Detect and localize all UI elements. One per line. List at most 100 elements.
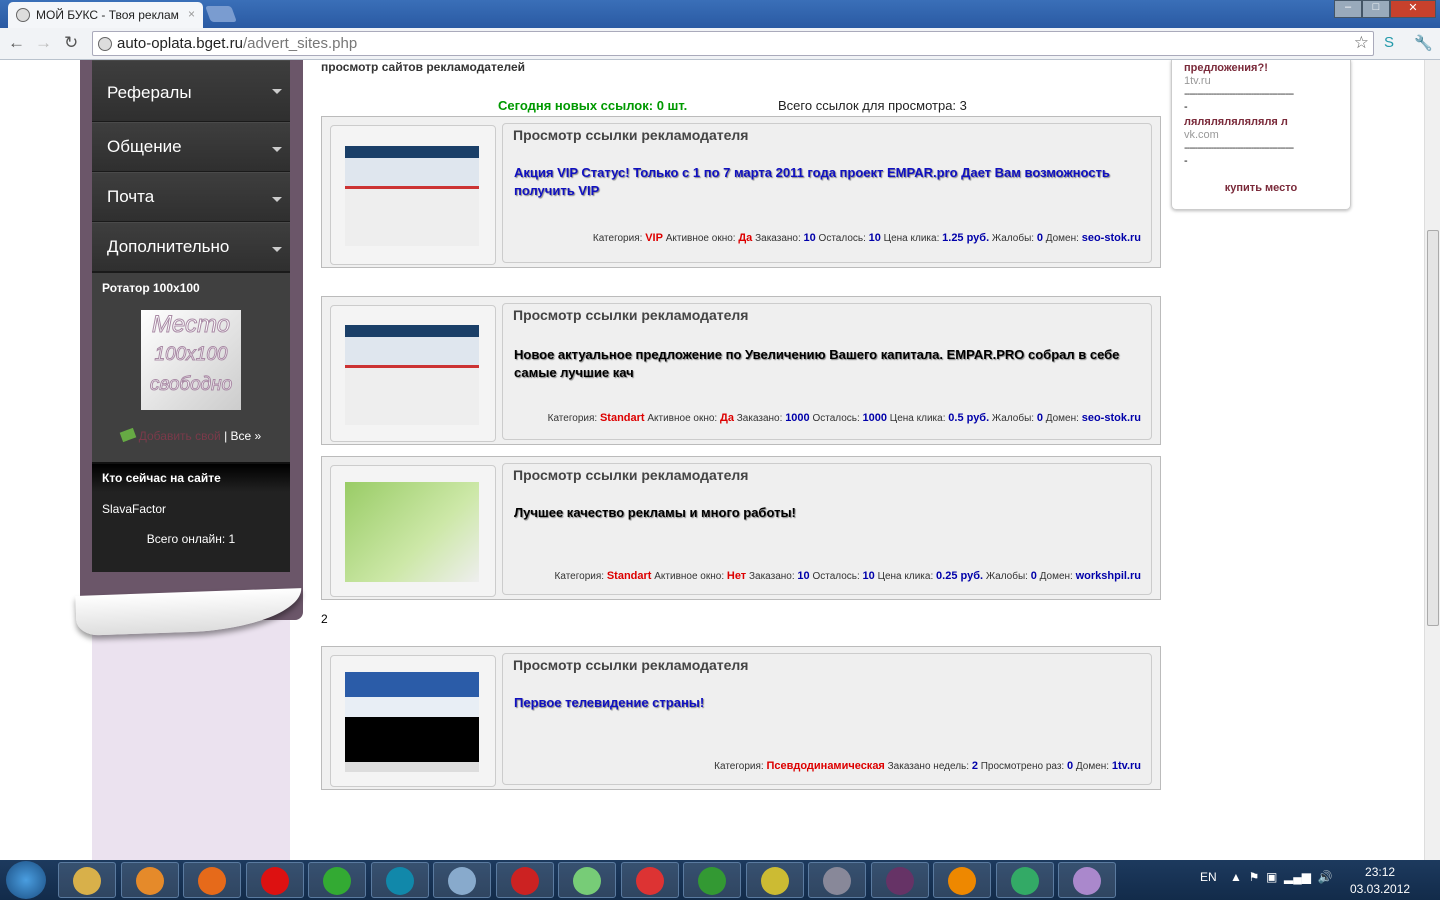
taskbar-filezilla-button[interactable] [495, 862, 554, 898]
taskbar-media-player-button[interactable] [120, 862, 179, 898]
rotator-placeholder-banner[interactable]: Место 100x100 свободно [141, 310, 241, 410]
ad-meta: Категория: Псевдодинамическая Заказано н… [714, 760, 1141, 772]
skype-extension-icon[interactable]: S [1384, 34, 1394, 51]
show-hidden-icons[interactable]: ▲ [1230, 870, 1242, 884]
rotator-title: Ротатор 100x100 [102, 281, 200, 295]
taskbar-winrar-button[interactable] [870, 862, 929, 898]
forward-icon[interactable]: → [35, 33, 52, 53]
taskbar-utorrent-button[interactable] [683, 862, 741, 898]
wrench-icon[interactable]: 🔧 [1414, 34, 1433, 52]
taskbar-webcam-button[interactable] [745, 862, 804, 898]
bookmark-star-icon[interactable]: ☆ [1354, 33, 1369, 53]
menu-label: Общение [107, 137, 182, 156]
page-number[interactable]: 2 [321, 612, 328, 626]
menu-referrals[interactable]: Рефералы [92, 60, 290, 122]
taskbar-notepad-plus-button[interactable] [558, 862, 616, 898]
back-icon[interactable]: ← [8, 33, 25, 53]
all-link[interactable]: Все » [231, 429, 262, 443]
meta-value: 1.25 руб. [942, 232, 990, 244]
menu-communication[interactable]: Общение [92, 122, 290, 172]
meta-value: seo-stok.ru [1081, 412, 1141, 424]
taskbar-calculator-button[interactable] [808, 862, 866, 898]
new-links-count: Сегодня новых ссылок: 0 шт. [498, 98, 688, 113]
network-map-icon [1010, 867, 1039, 895]
start-button[interactable] [6, 861, 46, 899]
ad-card: Просмотр ссылки рекламодателя Лучшее кач… [321, 456, 1161, 600]
action-center-flag-icon[interactable]: ⚑ [1249, 870, 1260, 884]
site-thumbnail[interactable] [345, 146, 479, 246]
ad-link-text[interactable]: Акция VIP Статус! Только с 1 по 7 марта … [514, 164, 1144, 200]
meta-label: Активное окно: [644, 413, 720, 424]
taskbar-sound-button[interactable] [933, 862, 991, 898]
taskbar-chrome-button[interactable] [620, 862, 679, 898]
address-bar[interactable]: auto-oplata.bget.ru/advert_sites.php ☆ [92, 31, 1374, 56]
clock[interactable]: 23:12 03.03.2012 [1350, 864, 1410, 898]
meta-label: Жалобы: [983, 571, 1031, 582]
chevron-down-icon [272, 147, 282, 152]
browser-tab[interactable]: МОЙ БУКС - Твоя реклам × [8, 2, 203, 28]
volume-icon[interactable]: 🔊 [1318, 870, 1333, 884]
meta-value: workshpil.ru [1075, 570, 1141, 582]
taskbar-mail-agent-button[interactable] [308, 862, 366, 898]
taskbar-network-map-button[interactable] [995, 862, 1054, 898]
ad-link-text[interactable]: Лучшее качество рекламы и много работы! [514, 504, 1144, 522]
site-thumbnail[interactable] [345, 324, 479, 425]
meta-value: Standart [606, 570, 652, 582]
close-window-button[interactable]: ✕ [1390, 0, 1436, 18]
new-tab-button[interactable] [205, 6, 237, 22]
taskbar-explorer-button[interactable] [58, 862, 116, 898]
meta-label: Заказано: [733, 413, 786, 424]
chrome-icon [635, 867, 664, 895]
minimize-button[interactable]: – [1334, 0, 1362, 18]
network-signal-icon[interactable]: ▂▄▆ [1284, 870, 1311, 884]
site-thumbnail[interactable] [345, 672, 479, 772]
meta-value: Псевдодинамическая [766, 760, 885, 772]
widget-item-title[interactable]: ляляляляляляля л [1184, 116, 1338, 129]
taskbar-paint-button[interactable] [1058, 862, 1116, 898]
meta-value: 1000 [785, 412, 810, 424]
taskbar-firefox-button[interactable] [183, 862, 241, 898]
separator: | [224, 429, 228, 443]
buy-place-link[interactable]: купить место [1184, 182, 1338, 195]
ad-heading: Просмотр ссылки рекламодателя [513, 657, 749, 673]
reload-icon[interactable]: ↻ [64, 33, 78, 53]
add-own-link[interactable]: Добавить свой [139, 429, 221, 443]
scrollbar-thumb[interactable] [1427, 230, 1439, 626]
browser-tab-bar: МОЙ БУКС - Твоя реклам × – □ ✕ [0, 0, 1440, 28]
meta-label: Жалобы: [989, 233, 1037, 244]
taskbar-skype-button[interactable] [370, 862, 429, 898]
clock-time: 23:12 [1365, 865, 1396, 879]
site-thumbnail[interactable] [345, 482, 479, 582]
meta-value: seo-stok.ru [1081, 232, 1141, 244]
power-icon[interactable]: ▣ [1266, 870, 1277, 884]
online-user-link[interactable]: SlavaFactor [92, 492, 290, 526]
mail-agent-icon [323, 867, 351, 895]
meta-label: Заказано недель: [884, 761, 972, 772]
explorer-icon [73, 867, 101, 895]
widget-item-title[interactable]: предложения?! [1184, 62, 1338, 75]
menu-mail[interactable]: Почта [92, 172, 290, 222]
vertical-scrollbar[interactable] [1424, 60, 1440, 860]
close-tab-icon[interactable]: × [188, 7, 195, 21]
site-thumbnail-frame[interactable] [330, 655, 496, 787]
language-indicator[interactable]: EN [1200, 870, 1217, 884]
placeholder-line: 100x100 [154, 344, 228, 366]
taskbar-opera-button[interactable] [245, 862, 304, 898]
media-player-icon [135, 867, 164, 895]
ad-link-text[interactable]: Первое телевидение страны! [514, 694, 1144, 712]
site-thumbnail-frame[interactable] [330, 465, 496, 597]
site-thumbnail-frame[interactable] [330, 305, 496, 442]
ad-link-text[interactable]: Новое актуальное предложение по Увеличен… [514, 346, 1144, 382]
taskbar-notepad-button[interactable] [433, 862, 491, 898]
meta-value: Да [738, 232, 753, 244]
online-title: Кто сейчас на сайте [92, 464, 290, 492]
menu-additional[interactable]: Дополнительно [92, 222, 290, 272]
notepad-icon [448, 867, 476, 895]
meta-label: Категория: [547, 413, 600, 424]
site-thumbnail-frame[interactable] [330, 125, 496, 265]
meta-value: 10 [868, 232, 881, 244]
url-path: /advert_sites.php [242, 35, 358, 52]
ad-heading: Просмотр ссылки рекламодателя [513, 467, 749, 483]
maximize-button[interactable]: □ [1362, 0, 1390, 18]
webcam-icon [760, 867, 789, 895]
